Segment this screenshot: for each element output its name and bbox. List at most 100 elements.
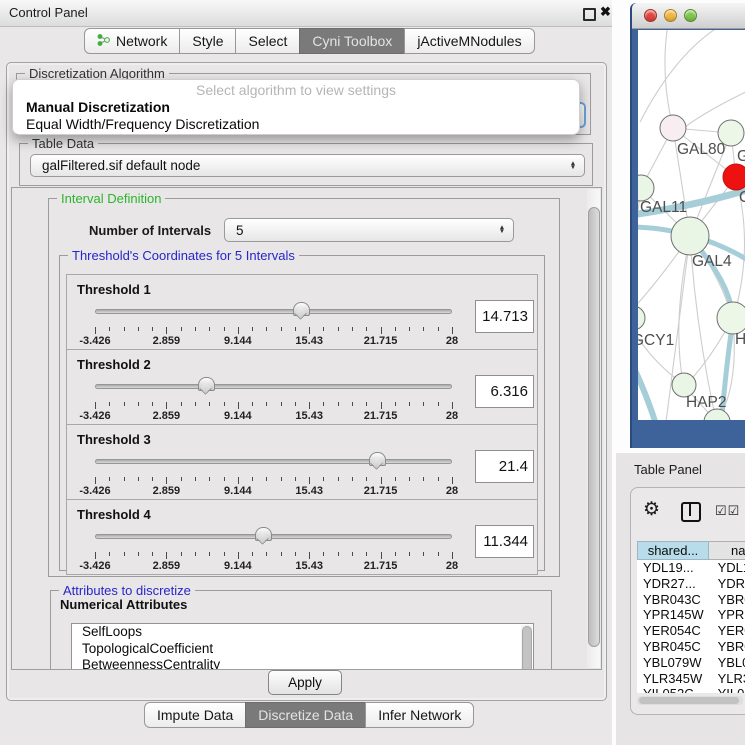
numerical-attributes-list[interactable]: SelfLoopsTopologicalCoefficientBetweenne…: [71, 623, 534, 670]
threshold-slider[interactable]: -3.4262.8599.14415.4321.71528: [89, 451, 457, 497]
cell-name[interactable]: YBR0: [709, 592, 745, 608]
slider-thumb[interactable]: [255, 527, 272, 541]
scale-label: 9.144: [224, 410, 252, 422]
column-header-shared-name[interactable]: shared...: [637, 541, 709, 560]
spinner-arrows-icon[interactable]: ▲▼: [566, 162, 584, 170]
cell-shared-name[interactable]: YLR345W: [637, 671, 709, 687]
tick-mark: [138, 552, 139, 556]
cell-shared-name[interactable]: YDR27...: [637, 576, 709, 592]
table-row[interactable]: YBL079WYBL0: [637, 655, 745, 671]
gear-icon[interactable]: ⚙: [643, 498, 660, 521]
number-of-intervals-spinner[interactable]: 5 ▲▼: [224, 218, 514, 242]
slider-thumb[interactable]: [369, 452, 386, 466]
cell-shared-name[interactable]: YDL19...: [637, 560, 709, 576]
cell-shared-name[interactable]: YER054C: [637, 623, 709, 639]
list-scrollbar[interactable]: [521, 625, 532, 670]
threshold-value-field[interactable]: 11.344: [475, 525, 534, 558]
scrollbar-thumb[interactable]: [522, 626, 532, 670]
slider-thumb[interactable]: [293, 302, 310, 316]
cell-shared-name[interactable]: YIL052C: [637, 686, 709, 693]
tick-mark: [166, 402, 167, 409]
close-icon[interactable]: ✖: [600, 4, 611, 20]
tick-mark: [124, 552, 125, 556]
apply-button[interactable]: Apply: [268, 670, 342, 695]
tab-impute-data[interactable]: Impute Data: [144, 702, 246, 728]
attribute-list-item[interactable]: TopologicalCoefficient: [72, 641, 533, 658]
cell-name[interactable]: YBL0: [709, 655, 745, 671]
spinner-arrows-icon[interactable]: ▲▼: [495, 226, 513, 234]
network-node[interactable]: [638, 175, 654, 201]
float-window-icon[interactable]: [583, 8, 596, 21]
cell-shared-name[interactable]: YBR045C: [637, 639, 709, 655]
network-node[interactable]: [717, 302, 745, 334]
cell-name[interactable]: YER0: [709, 623, 745, 639]
attribute-list-item[interactable]: SelfLoops: [72, 624, 533, 641]
threshold-value-field[interactable]: 14.713: [475, 300, 534, 333]
slider-thumb[interactable]: [198, 377, 215, 391]
tab-select[interactable]: Select: [235, 28, 300, 54]
cell-name[interactable]: YLR3: [709, 671, 745, 687]
network-icon: [97, 33, 110, 50]
tick-mark: [109, 402, 110, 406]
tab-jactivemnodules[interactable]: jActiveMNodules: [404, 28, 534, 54]
threshold-slider[interactable]: -3.4262.8599.14415.4321.71528: [89, 526, 457, 572]
tab-cyni-toolbox[interactable]: Cyni Toolbox: [299, 28, 405, 54]
node-label: GAL11: [640, 199, 687, 216]
checkbox-icons[interactable]: ☑☑: [715, 503, 740, 519]
tick-mark: [266, 552, 267, 556]
cell-name[interactable]: YBR0: [709, 639, 745, 655]
zoom-traffic-light[interactable]: [684, 9, 697, 22]
table-row[interactable]: YLR345WYLR3: [637, 671, 745, 687]
tick-mark: [281, 477, 282, 481]
dropdown-item-manual-discretization[interactable]: Manual Discretization: [13, 99, 579, 116]
table-row[interactable]: YPR145WYPR1: [637, 607, 745, 623]
network-node[interactable]: [660, 115, 686, 141]
tick-mark: [395, 552, 396, 556]
cell-name[interactable]: YDR2: [709, 576, 745, 592]
cell-name[interactable]: YDL1: [709, 560, 745, 576]
split-columns-icon[interactable]: [681, 502, 701, 522]
dropdown-item-equal-width[interactable]: Equal Width/Frequency Discretization: [13, 116, 579, 133]
network-node[interactable]: [638, 306, 645, 330]
tab-network[interactable]: Network: [84, 28, 180, 54]
threshold-slider[interactable]: -3.4262.8599.14415.4321.71528: [89, 301, 457, 347]
tab-style[interactable]: Style: [179, 28, 236, 54]
attribute-list-item[interactable]: BetweennessCentrality: [72, 657, 533, 670]
threshold-value-field[interactable]: 6.316: [475, 375, 534, 408]
table-row[interactable]: YER054CYER0: [637, 623, 745, 639]
tick-mark: [338, 327, 339, 331]
network-node[interactable]: [671, 217, 709, 255]
cell-shared-name[interactable]: YPR145W: [637, 607, 709, 623]
column-header-name[interactable]: na: [709, 541, 745, 560]
tick-mark: [338, 477, 339, 481]
close-traffic-light[interactable]: [644, 9, 657, 22]
tick-mark: [252, 477, 253, 481]
scrollbar-thumb[interactable]: [588, 207, 600, 647]
table-row[interactable]: YBR043CYBR0: [637, 592, 745, 608]
scrollbar-thumb[interactable]: [639, 697, 739, 704]
minimize-traffic-light[interactable]: [664, 9, 677, 22]
table-hscrollbar[interactable]: [637, 696, 743, 705]
network-node[interactable]: [723, 164, 745, 190]
table-row[interactable]: YDL19...YDL1: [637, 560, 745, 576]
tick-mark: [124, 402, 125, 406]
panel-scrollbar[interactable]: [587, 189, 600, 668]
table-row[interactable]: YDR27...YDR2: [637, 576, 745, 592]
table-data-combo[interactable]: galFiltered.sif default node ▲▼: [30, 154, 585, 177]
table-row[interactable]: YBR045CYBR0: [637, 639, 745, 655]
cell-shared-name[interactable]: YBL079W: [637, 655, 709, 671]
cell-name[interactable]: YIL0: [709, 686, 745, 693]
tick-mark: [366, 327, 367, 331]
cell-name[interactable]: YPR1: [709, 607, 745, 623]
table-row[interactable]: YIL052CYIL0: [637, 686, 745, 693]
cell-shared-name[interactable]: YBR043C: [637, 592, 709, 608]
threshold-value-field[interactable]: 21.4: [475, 450, 534, 483]
network-edge[interactable]: [640, 30, 723, 122]
threshold-slider[interactable]: -3.4262.8599.14415.4321.71528: [89, 376, 457, 422]
tick-mark: [281, 327, 282, 331]
tab-discretize-data[interactable]: Discretize Data: [245, 702, 366, 728]
node-label: GCY1: [638, 332, 674, 349]
tab-infer-network[interactable]: Infer Network: [365, 702, 474, 728]
tick-mark: [181, 477, 182, 481]
network-canvas[interactable]: GAL80GACGAL11GAL4GCY1HHAP2: [638, 30, 745, 420]
